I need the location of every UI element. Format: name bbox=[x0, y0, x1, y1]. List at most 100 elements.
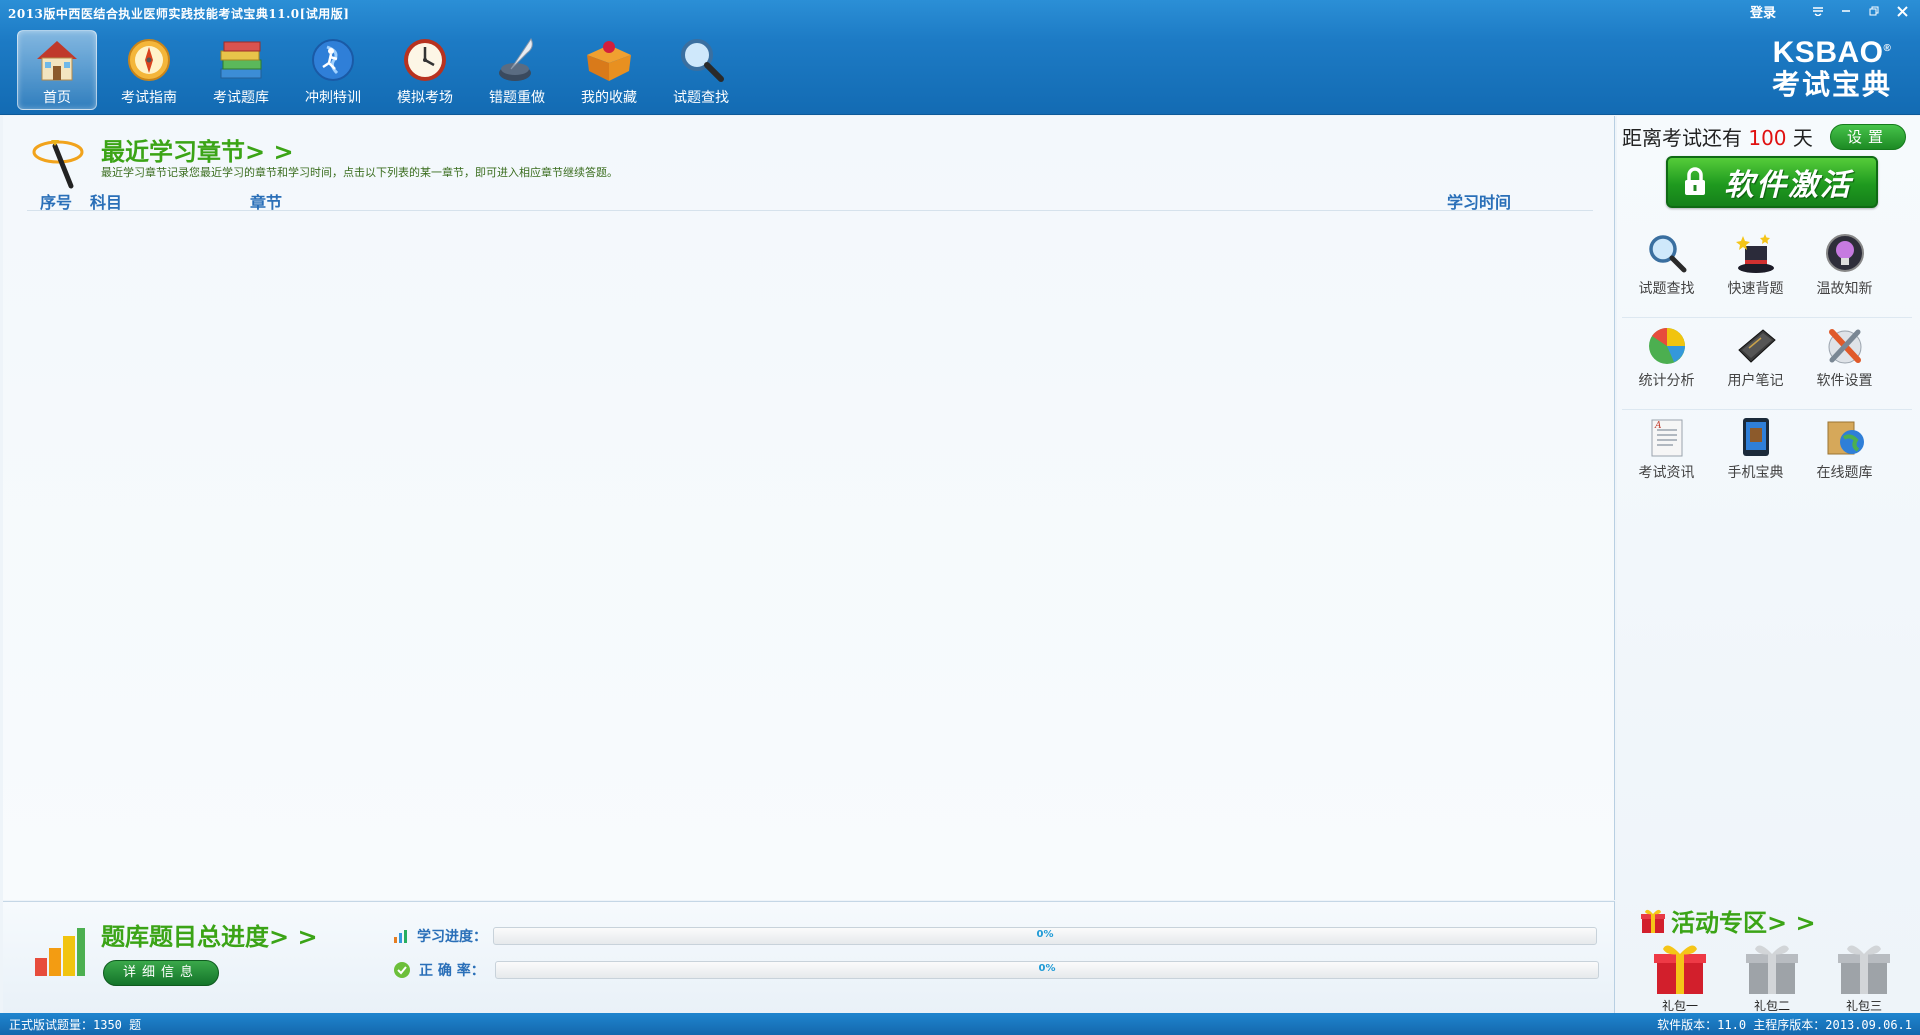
toolbar-mock-exam[interactable]: 模拟考场 bbox=[385, 30, 465, 110]
brand-subtitle: 考试宝典 bbox=[1771, 68, 1892, 101]
globe-folder-icon bbox=[1827, 421, 1864, 455]
accuracy-row: 正 确 率： 0% bbox=[393, 960, 1599, 980]
gift-label: 礼包二 bbox=[1753, 999, 1790, 1013]
recent-title[interactable]: 最近学习章节> > bbox=[101, 132, 294, 167]
svg-text:A: A bbox=[1654, 421, 1662, 431]
version-status: 软件版本：11.0 主程序版本：2013.09.06.1 bbox=[1657, 1018, 1912, 1032]
toolbar-sprint-training[interactable]: 冲刺特训 bbox=[293, 30, 373, 110]
study-progress-bar: 0% bbox=[493, 927, 1597, 945]
toolbar-label: 冲刺特训 bbox=[305, 90, 361, 106]
feature-software-settings[interactable]: 软件设置 bbox=[1800, 318, 1889, 409]
gift-pack-1[interactable]: 礼包一 bbox=[1647, 940, 1713, 1014]
countdown-days: 100 bbox=[1748, 126, 1787, 150]
feature-label: 手机宝典 bbox=[1727, 465, 1784, 481]
clock-icon bbox=[404, 39, 446, 81]
accuracy-label: 正 确 率： bbox=[419, 963, 485, 979]
toolbar-label: 考试题库 bbox=[213, 90, 269, 106]
brand-logo: KSBAO® 考试宝典 bbox=[1762, 33, 1902, 101]
countdown-suffix: 天 bbox=[1792, 126, 1813, 150]
toolbar-label: 我的收藏 bbox=[581, 90, 637, 106]
bar-chart-icon bbox=[35, 928, 85, 976]
gift-pack-3[interactable]: 礼包三 bbox=[1831, 940, 1897, 1014]
restore-button[interactable] bbox=[1860, 0, 1888, 22]
feature-label: 温故知新 bbox=[1816, 281, 1873, 297]
treasure-box-icon bbox=[587, 41, 631, 81]
close-icon bbox=[1896, 5, 1908, 17]
accuracy-value: 0% bbox=[1038, 963, 1056, 974]
exam-countdown: 距离考试还有 100 天 bbox=[1622, 122, 1813, 151]
close-button[interactable] bbox=[1888, 0, 1916, 22]
feature-question-search[interactable]: 试题查找 bbox=[1622, 226, 1711, 317]
window-title: 2013版中西医结合执业医师实践技能考试宝典11.0[试用版] bbox=[8, 7, 350, 21]
feature-review[interactable]: 温故知新 bbox=[1800, 226, 1889, 317]
toolbar-question-search[interactable]: 试题查找 bbox=[661, 30, 741, 110]
toolbar-favorites[interactable]: 我的收藏 bbox=[569, 30, 649, 110]
study-progress-value: 0% bbox=[1036, 929, 1054, 940]
gift-label: 礼包一 bbox=[1661, 999, 1698, 1013]
feature-online-bank[interactable]: 在线题库 bbox=[1800, 410, 1889, 502]
toolbar-label: 模拟考场 bbox=[397, 90, 453, 106]
gift-grey-icon bbox=[1838, 945, 1890, 994]
study-progress-label: 学习进度： bbox=[417, 929, 487, 945]
toolbar-label: 试题查找 bbox=[673, 90, 729, 106]
toolbar-home[interactable]: 首页 bbox=[17, 30, 97, 110]
col-subject: 科目 bbox=[90, 193, 123, 212]
feature-label: 在线题库 bbox=[1816, 465, 1873, 481]
activate-software-button[interactable]: 软件激活 bbox=[1666, 156, 1878, 208]
gift-pack-2[interactable]: 礼包二 bbox=[1739, 940, 1805, 1014]
col-study-time: 学习时间 bbox=[1447, 193, 1512, 212]
compass-icon bbox=[128, 39, 170, 81]
accuracy-bar: 0% bbox=[495, 961, 1599, 979]
feature-grid: 试题查找 快速背题 温故知新 统计分析 用户笔记 软件设置 A 考试资讯 手机宝… bbox=[1622, 226, 1912, 502]
feature-mobile-edition[interactable]: 手机宝典 bbox=[1711, 410, 1800, 502]
col-chapter: 章节 bbox=[250, 193, 283, 212]
recent-chapters-panel: 最近学习章节> > 最近学习章节记录您最近学习的章节和学习时间，点击以下列表的某… bbox=[3, 116, 1615, 900]
magic-wand-icon bbox=[32, 140, 84, 189]
col-index: 序号 bbox=[40, 193, 73, 212]
brand-name: KSBAO® bbox=[1772, 36, 1892, 69]
feature-label: 软件设置 bbox=[1816, 373, 1873, 389]
right-sidebar: 距离考试还有 100 天 设置 软件激活 试题查找 快速背题 温故知新 统计分析… bbox=[1617, 116, 1920, 1013]
feature-row: 试题查找 快速背题 温故知新 bbox=[1622, 226, 1912, 318]
toolbar-question-bank[interactable]: 考试题库 bbox=[201, 30, 281, 110]
main-toolbar: 首页 考试指南 考试题库 冲刺特训 模拟考场 错题重做 我的收藏 试题查找 bbox=[17, 30, 753, 110]
magnifier-icon bbox=[1648, 235, 1686, 273]
books-icon bbox=[220, 41, 262, 79]
document-icon: A bbox=[1651, 419, 1682, 457]
toolbar-wrong-redo[interactable]: 错题重做 bbox=[477, 30, 557, 110]
feature-statistics[interactable]: 统计分析 bbox=[1622, 318, 1711, 409]
window-controls: 登录 bbox=[1750, 0, 1916, 22]
feature-label: 考试资讯 bbox=[1638, 465, 1695, 481]
toolbar-exam-guide[interactable]: 考试指南 bbox=[109, 30, 189, 110]
feature-exam-news[interactable]: A 考试资讯 bbox=[1622, 410, 1711, 502]
feature-row: 统计分析 用户笔记 软件设置 bbox=[1622, 318, 1912, 410]
detail-info-button[interactable]: 详细信息 bbox=[103, 960, 219, 986]
menu-icon bbox=[1813, 7, 1823, 16]
app-header: 2013版中西医结合执业医师实践技能考试宝典11.0[试用版] 登录 首页 考试… bbox=[0, 0, 1920, 115]
activate-label: 软件激活 bbox=[1724, 168, 1852, 203]
gift-red-icon bbox=[1654, 945, 1706, 994]
restore-icon bbox=[1869, 6, 1879, 16]
tools-icon bbox=[1828, 329, 1861, 364]
minimize-icon bbox=[1842, 10, 1850, 12]
question-count-status: 正式版试题量：1350 题 bbox=[9, 1018, 142, 1032]
notebook-icon bbox=[1737, 329, 1776, 363]
login-link[interactable]: 登录 bbox=[1750, 2, 1776, 21]
lock-icon bbox=[1685, 167, 1705, 195]
feature-label: 快速背题 bbox=[1727, 281, 1784, 297]
lightbulb-icon bbox=[1825, 234, 1864, 272]
gift-label: 礼包三 bbox=[1845, 999, 1882, 1013]
menu-button[interactable] bbox=[1804, 0, 1832, 22]
quill-icon bbox=[499, 38, 533, 81]
recent-table-header: 序号 科目 章节 学习时间 bbox=[27, 189, 1593, 212]
progress-title[interactable]: 题库题目总进度> > bbox=[101, 917, 318, 952]
pie-chart-icon bbox=[1648, 327, 1685, 364]
feature-user-notes[interactable]: 用户笔记 bbox=[1711, 318, 1800, 409]
status-bar: 正式版试题量：1350 题 软件版本：11.0 主程序版本：2013.09.06… bbox=[0, 1013, 1920, 1035]
runner-globe-icon bbox=[312, 39, 354, 81]
events-title[interactable]: 活动专区> > bbox=[1671, 903, 1816, 938]
minimize-button[interactable] bbox=[1832, 0, 1860, 22]
feature-quick-memorize[interactable]: 快速背题 bbox=[1711, 226, 1800, 317]
toolbar-label: 考试指南 bbox=[121, 90, 177, 106]
countdown-settings-button[interactable]: 设置 bbox=[1830, 124, 1906, 150]
